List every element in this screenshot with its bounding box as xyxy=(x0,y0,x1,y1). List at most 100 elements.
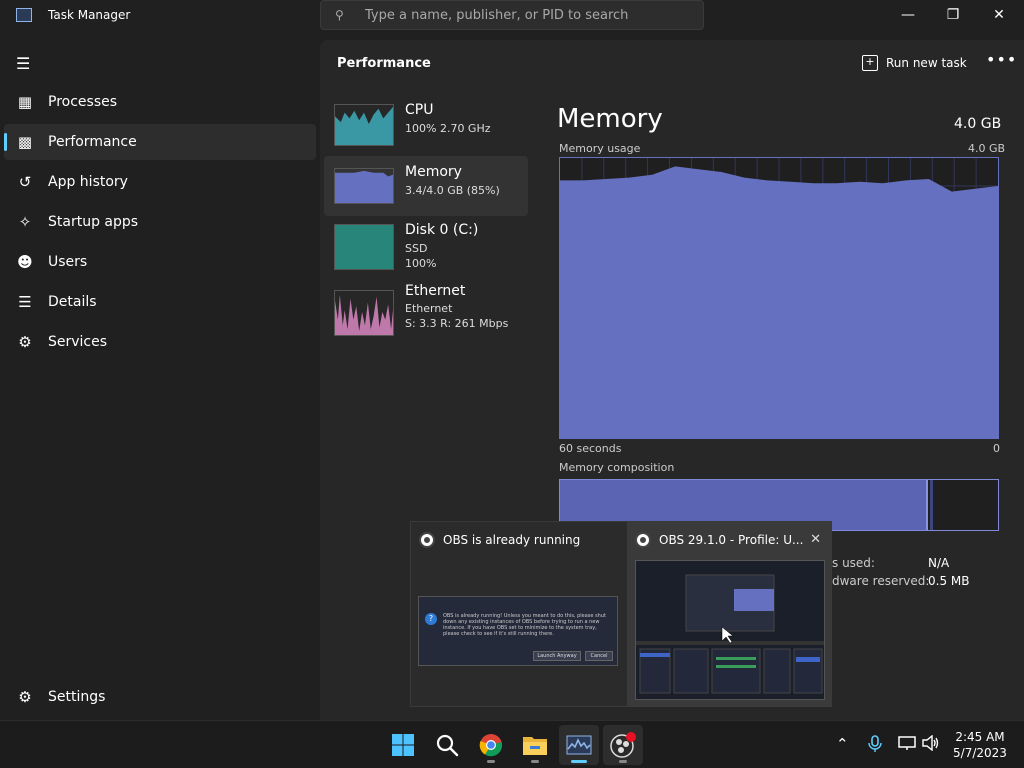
performance-icon: ▩ xyxy=(17,133,33,151)
app-history-icon: ↺ xyxy=(18,173,32,191)
minimize-button[interactable]: — xyxy=(885,0,931,30)
perf-item-ethernet[interactable]: Ethernet Ethernet S: 3.3 R: 261 Mbps xyxy=(324,283,528,346)
taskbar: ⌃ 2:45 AM 5/7/2023 xyxy=(0,720,1024,768)
start-button[interactable] xyxy=(383,725,423,765)
obs-preview-image xyxy=(636,561,824,699)
more-options-button[interactable]: ••• xyxy=(986,50,1017,69)
running-indicator xyxy=(487,760,495,763)
taskbar-file-explorer[interactable] xyxy=(515,725,555,765)
obs-icon xyxy=(635,532,651,548)
sidebar-item-users[interactable]: ☻ Users xyxy=(4,244,316,280)
obs-dialog-preview: ? OBS is already running! Unless you mea… xyxy=(418,596,618,666)
services-icon: ⚙ xyxy=(18,333,32,351)
ethernet-thumbnail xyxy=(334,290,394,336)
obs-window-preview xyxy=(635,560,825,700)
thumbnail-title: OBS 29.1.0 - Profile: U... xyxy=(659,533,804,547)
taskbar-chrome[interactable] xyxy=(471,725,511,765)
perf-name-disk: Disk 0 (C:) xyxy=(405,222,479,238)
thumbnail-title: OBS is already running xyxy=(443,533,581,547)
preview-cancel-button: Cancel xyxy=(585,651,613,661)
chrome-icon xyxy=(479,734,503,757)
details-icon: ☰ xyxy=(18,293,32,311)
taskbar-task-manager[interactable] xyxy=(559,725,599,765)
search-box[interactable]: ⚲ xyxy=(320,0,704,30)
memory-total: 4.0 GB xyxy=(954,116,1002,132)
sidebar-item-app-history[interactable]: ↺ App history xyxy=(4,164,316,200)
cpu-thumbnail xyxy=(334,104,394,146)
show-hidden-icons-chevron-up-icon[interactable]: ⌃ xyxy=(836,735,849,753)
network-icon[interactable] xyxy=(898,735,916,755)
system-clock[interactable]: 2:45 AM 5/7/2023 xyxy=(940,729,1020,761)
disk-thumbnail xyxy=(334,224,394,270)
perf-sub-ethernet-throughput: S: 3.3 R: 261 Mbps xyxy=(405,317,509,330)
graph-time-left: 60 seconds xyxy=(559,442,622,455)
volume-icon[interactable] xyxy=(922,734,940,755)
preview-launch-button: Launch Anyway xyxy=(533,651,581,661)
perf-name-memory: Memory xyxy=(405,164,462,180)
sidebar-item-performance[interactable]: ▩ Performance xyxy=(4,124,316,160)
users-icon: ☻ xyxy=(17,253,33,271)
sidebar-item-processes[interactable]: ▦ Processes xyxy=(4,84,316,120)
perf-sub-memory: 3.4/4.0 GB (85%) xyxy=(405,184,500,197)
sidebar-item-startup-apps[interactable]: ✧ Startup apps xyxy=(4,204,316,240)
perf-sub-ethernet-adapter: Ethernet xyxy=(405,302,453,315)
memory-thumbnail xyxy=(334,168,394,204)
running-indicator xyxy=(531,760,539,763)
obs-icon xyxy=(610,732,636,758)
thumbnail-obs-main[interactable]: OBS 29.1.0 - Profile: U... ✕ xyxy=(627,522,831,706)
stat-value-reserved: 0.5 MB xyxy=(928,574,970,588)
task-manager-app-icon xyxy=(16,8,32,22)
perf-sub-disk-usage: 100% xyxy=(405,257,437,270)
startup-apps-icon: ✧ xyxy=(18,213,32,231)
search-icon: ⚲ xyxy=(335,8,344,22)
hamburger-menu-icon[interactable]: ☰ xyxy=(16,54,30,73)
preview-message: OBS is already running! Unless you meant… xyxy=(443,613,606,637)
microphone-icon[interactable] xyxy=(868,735,882,757)
stat-label-reserved: dware reserved: xyxy=(832,574,930,588)
memory-usage-area xyxy=(560,166,998,438)
search-icon xyxy=(436,734,459,757)
memory-usage-max: 4.0 GB xyxy=(968,142,1006,155)
running-indicator xyxy=(619,760,627,763)
memory-usage-graph xyxy=(559,157,999,439)
memory-usage-label: Memory usage xyxy=(559,142,641,155)
taskbar-obs[interactable] xyxy=(603,725,643,765)
run-task-icon: + xyxy=(862,55,878,71)
title-bar: Task Manager ⚲ — ❐ ✕ xyxy=(0,0,1024,32)
memory-title: Memory xyxy=(557,104,663,134)
sidebar: ☰ ▦ Processes ▩ Performance ↺ App histor… xyxy=(0,32,320,720)
run-new-task-button[interactable]: + Run new task xyxy=(862,54,967,72)
sidebar-item-settings[interactable]: ⚙ Settings xyxy=(4,679,316,715)
taskbar-thumbnail-popup: OBS is already running ? OBS is already … xyxy=(410,521,832,707)
task-manager-icon xyxy=(566,735,592,755)
clock-date: 5/7/2023 xyxy=(953,746,1007,760)
graph-time-right: 0 xyxy=(993,442,1000,455)
info-icon: ? xyxy=(425,613,437,625)
page-title: Performance xyxy=(337,56,431,71)
perf-item-memory[interactable]: Memory 3.4/4.0 GB (85%) xyxy=(324,156,528,216)
search-input[interactable] xyxy=(365,5,695,25)
close-icon[interactable]: ✕ xyxy=(810,532,821,547)
active-indicator xyxy=(571,760,587,763)
sidebar-item-details[interactable]: ☰ Details xyxy=(4,284,316,320)
sidebar-item-services[interactable]: ⚙ Services xyxy=(4,324,316,360)
windows-logo-icon xyxy=(392,734,414,756)
perf-name-ethernet: Ethernet xyxy=(405,283,466,299)
perf-name-cpu: CPU xyxy=(405,102,434,118)
thumbnail-obs-dialog[interactable]: OBS is already running ? OBS is already … xyxy=(411,522,627,706)
taskbar-search-button[interactable] xyxy=(427,725,467,765)
close-button[interactable]: ✕ xyxy=(976,0,1022,30)
restore-button[interactable]: ❐ xyxy=(930,0,976,30)
processes-icon: ▦ xyxy=(17,93,33,111)
gear-icon: ⚙ xyxy=(18,688,32,706)
composition-modified xyxy=(930,480,933,530)
perf-item-cpu[interactable]: CPU 100% 2.70 GHz xyxy=(324,100,528,160)
folder-icon xyxy=(523,737,547,755)
memory-composition-label: Memory composition xyxy=(559,461,675,474)
perf-sub-cpu: 100% 2.70 GHz xyxy=(405,122,491,135)
perf-item-disk[interactable]: Disk 0 (C:) SSD 100% xyxy=(324,220,528,280)
stat-value-used: N/A xyxy=(928,556,950,570)
obs-icon xyxy=(419,532,435,548)
window-title: Task Manager xyxy=(48,8,131,22)
clock-time: 2:45 AM xyxy=(955,730,1005,744)
